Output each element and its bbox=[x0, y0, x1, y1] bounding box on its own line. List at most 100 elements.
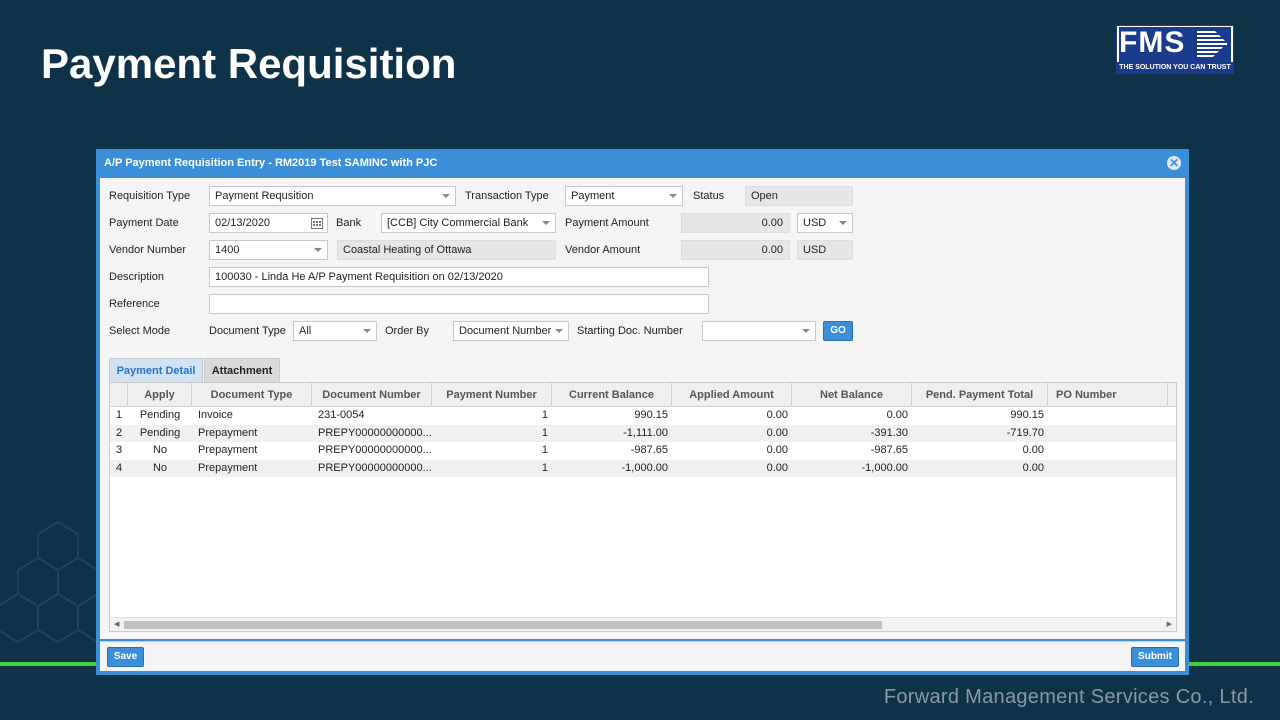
column-header-payment-number[interactable]: Payment Number bbox=[432, 383, 552, 407]
document-type-select[interactable]: All bbox=[293, 321, 377, 341]
chevron-down-icon bbox=[442, 194, 450, 198]
document-number-cell: PREPY00000000000... bbox=[318, 461, 432, 474]
window-body: Requisition Type Payment Requsition Tran… bbox=[100, 178, 1185, 639]
document-type-cell: Prepayment bbox=[198, 426, 258, 439]
select-mode-label: Select Mode bbox=[109, 325, 171, 337]
close-icon[interactable]: ✕ bbox=[1167, 156, 1181, 170]
column-header-document-number[interactable]: Document Number bbox=[312, 383, 432, 407]
net-balance-cell: -1,000.00 bbox=[861, 461, 908, 474]
po-number-cell bbox=[1056, 425, 1168, 443]
bank-label: Bank bbox=[336, 217, 362, 229]
company-name: Forward Management Services Co., Ltd. bbox=[883, 686, 1254, 708]
document-type-cell: Invoice bbox=[198, 409, 233, 421]
horizontal-scrollbar[interactable]: ◀ ▶ bbox=[110, 617, 1176, 631]
chevron-down-icon bbox=[839, 221, 847, 225]
logo-text: FMS bbox=[1119, 26, 1186, 59]
applied-amount-cell[interactable]: 0.00 bbox=[672, 425, 788, 443]
current-balance-cell: -1,000.00 bbox=[621, 461, 668, 474]
pend-payment-total-cell: 0.00 bbox=[1022, 444, 1044, 456]
column-header-current-balance[interactable]: Current Balance bbox=[552, 383, 672, 407]
payment-number-cell: 1 bbox=[541, 409, 548, 421]
submit-button[interactable]: Submit bbox=[1131, 647, 1179, 667]
column-header-row-number bbox=[110, 383, 128, 407]
applied-amount-cell[interactable]: 0.00 bbox=[672, 442, 788, 460]
requisition-type-label: Requisition Type bbox=[109, 190, 191, 202]
description-label: Description bbox=[109, 271, 165, 283]
net-balance-cell: -391.30 bbox=[870, 426, 908, 439]
order-by-label: Order By bbox=[385, 325, 430, 337]
payment-requisition-window: A/P Payment Requisition Entry - RM2019 T… bbox=[96, 149, 1189, 675]
document-number-cell: PREPY00000000000... bbox=[318, 426, 432, 439]
pend-payment-total-cell: 0.00 bbox=[1022, 461, 1044, 474]
go-button[interactable]: GO bbox=[823, 321, 853, 341]
logo-tagline: THE SOLUTION YOU CAN TRUST bbox=[1117, 62, 1233, 73]
apply-cell[interactable]: No bbox=[128, 460, 192, 478]
table-row[interactable]: 3 No Prepayment PREPY00000000000... 1 -9… bbox=[110, 442, 1176, 460]
apply-cell[interactable]: Pending bbox=[128, 407, 192, 425]
reference-input[interactable] bbox=[209, 294, 709, 314]
reference-label: Reference bbox=[109, 298, 160, 310]
table-row[interactable]: 4 No Prepayment PREPY00000000000... 1 -1… bbox=[110, 459, 1176, 478]
calendar-icon[interactable] bbox=[311, 217, 323, 229]
payment-detail-grid: Apply Document Type Document Number Paym… bbox=[109, 382, 1177, 632]
apply-cell[interactable]: No bbox=[128, 442, 192, 460]
payment-number-cell: 1 bbox=[541, 444, 548, 456]
document-type-cell: Prepayment bbox=[198, 461, 258, 474]
row-number: 3 bbox=[116, 444, 123, 456]
payment-date-field[interactable]: 02/13/2020 bbox=[209, 213, 328, 233]
vendor-amount-field: 0.00 bbox=[681, 240, 790, 260]
column-header-document-type[interactable]: Document Type bbox=[192, 383, 312, 407]
chevron-down-icon bbox=[542, 221, 550, 225]
fms-logo: FMS THE SOLUTION YOU CAN TRUST bbox=[1116, 25, 1234, 74]
payment-number-cell: 1 bbox=[541, 461, 548, 474]
chevron-down-icon bbox=[555, 329, 563, 333]
order-by-select[interactable]: Document Number bbox=[453, 321, 569, 341]
scrollbar-thumb[interactable] bbox=[124, 621, 882, 629]
chevron-down-icon bbox=[314, 248, 322, 252]
transaction-type-select[interactable]: Payment bbox=[565, 186, 683, 206]
pend-payment-total-cell: 990.15 bbox=[1010, 409, 1044, 421]
table-row[interactable]: 2 Pending Prepayment PREPY00000000000...… bbox=[110, 424, 1176, 443]
requisition-type-select[interactable]: Payment Requsition bbox=[209, 186, 456, 206]
vendor-amount-label: Vendor Amount bbox=[565, 244, 641, 256]
applied-amount-cell[interactable]: 0.00 bbox=[672, 407, 788, 425]
vendor-currency-field: USD bbox=[797, 240, 853, 260]
column-header-po-number[interactable]: PO Number bbox=[1048, 383, 1168, 407]
column-header-pend-payment-total[interactable]: Pend. Payment Total bbox=[912, 383, 1048, 407]
window-footer: Save Submit bbox=[100, 641, 1185, 671]
starting-doc-select[interactable] bbox=[702, 321, 816, 341]
logo-stripes-icon bbox=[1197, 31, 1227, 57]
tab-payment-detail[interactable]: Payment Detail bbox=[109, 358, 203, 382]
payment-number-cell: 1 bbox=[541, 426, 548, 439]
column-header-apply[interactable]: Apply bbox=[128, 383, 192, 407]
payment-amount-label: Payment Amount bbox=[565, 217, 649, 229]
column-header-net-balance[interactable]: Net Balance bbox=[792, 383, 912, 407]
current-balance-cell: -1,111.00 bbox=[623, 426, 668, 439]
applied-amount-cell[interactable]: 0.00 bbox=[672, 460, 788, 478]
scroll-left-icon[interactable]: ◀ bbox=[114, 618, 119, 632]
status-label: Status bbox=[693, 190, 725, 202]
column-header-applied-amount[interactable]: Applied Amount bbox=[672, 383, 792, 407]
po-number-cell bbox=[1056, 407, 1168, 425]
payment-currency-select[interactable]: USD bbox=[797, 213, 853, 233]
status-field: Open bbox=[745, 186, 853, 206]
po-number-cell bbox=[1056, 442, 1168, 460]
tab-attachment[interactable]: Attachment bbox=[204, 358, 280, 382]
slide-title: Payment Requisition bbox=[41, 40, 457, 87]
vendor-number-select[interactable]: 1400 bbox=[209, 240, 328, 260]
chevron-down-icon bbox=[802, 329, 810, 333]
bank-select[interactable]: [CCB] City Commercial Bank bbox=[381, 213, 556, 233]
vendor-name-field: Coastal Heating of Ottawa bbox=[337, 240, 556, 260]
payment-date-label: Payment Date bbox=[109, 217, 179, 229]
window-title: A/P Payment Requisition Entry - RM2019 T… bbox=[104, 157, 438, 169]
table-row[interactable]: 1 Pending Invoice 231-0054 1 990.15 0.00… bbox=[110, 407, 1176, 425]
po-number-cell bbox=[1056, 460, 1168, 478]
scroll-right-icon[interactable]: ▶ bbox=[1167, 618, 1172, 632]
apply-cell[interactable]: Pending bbox=[128, 425, 192, 443]
description-input[interactable]: 100030 - Linda He A/P Payment Requisitio… bbox=[209, 267, 709, 287]
grid-header: Apply Document Type Document Number Paym… bbox=[110, 383, 1176, 407]
document-number-cell: PREPY00000000000... bbox=[318, 444, 432, 456]
transaction-type-label: Transaction Type bbox=[465, 190, 549, 202]
row-number: 2 bbox=[116, 426, 123, 439]
save-button[interactable]: Save bbox=[107, 647, 144, 667]
